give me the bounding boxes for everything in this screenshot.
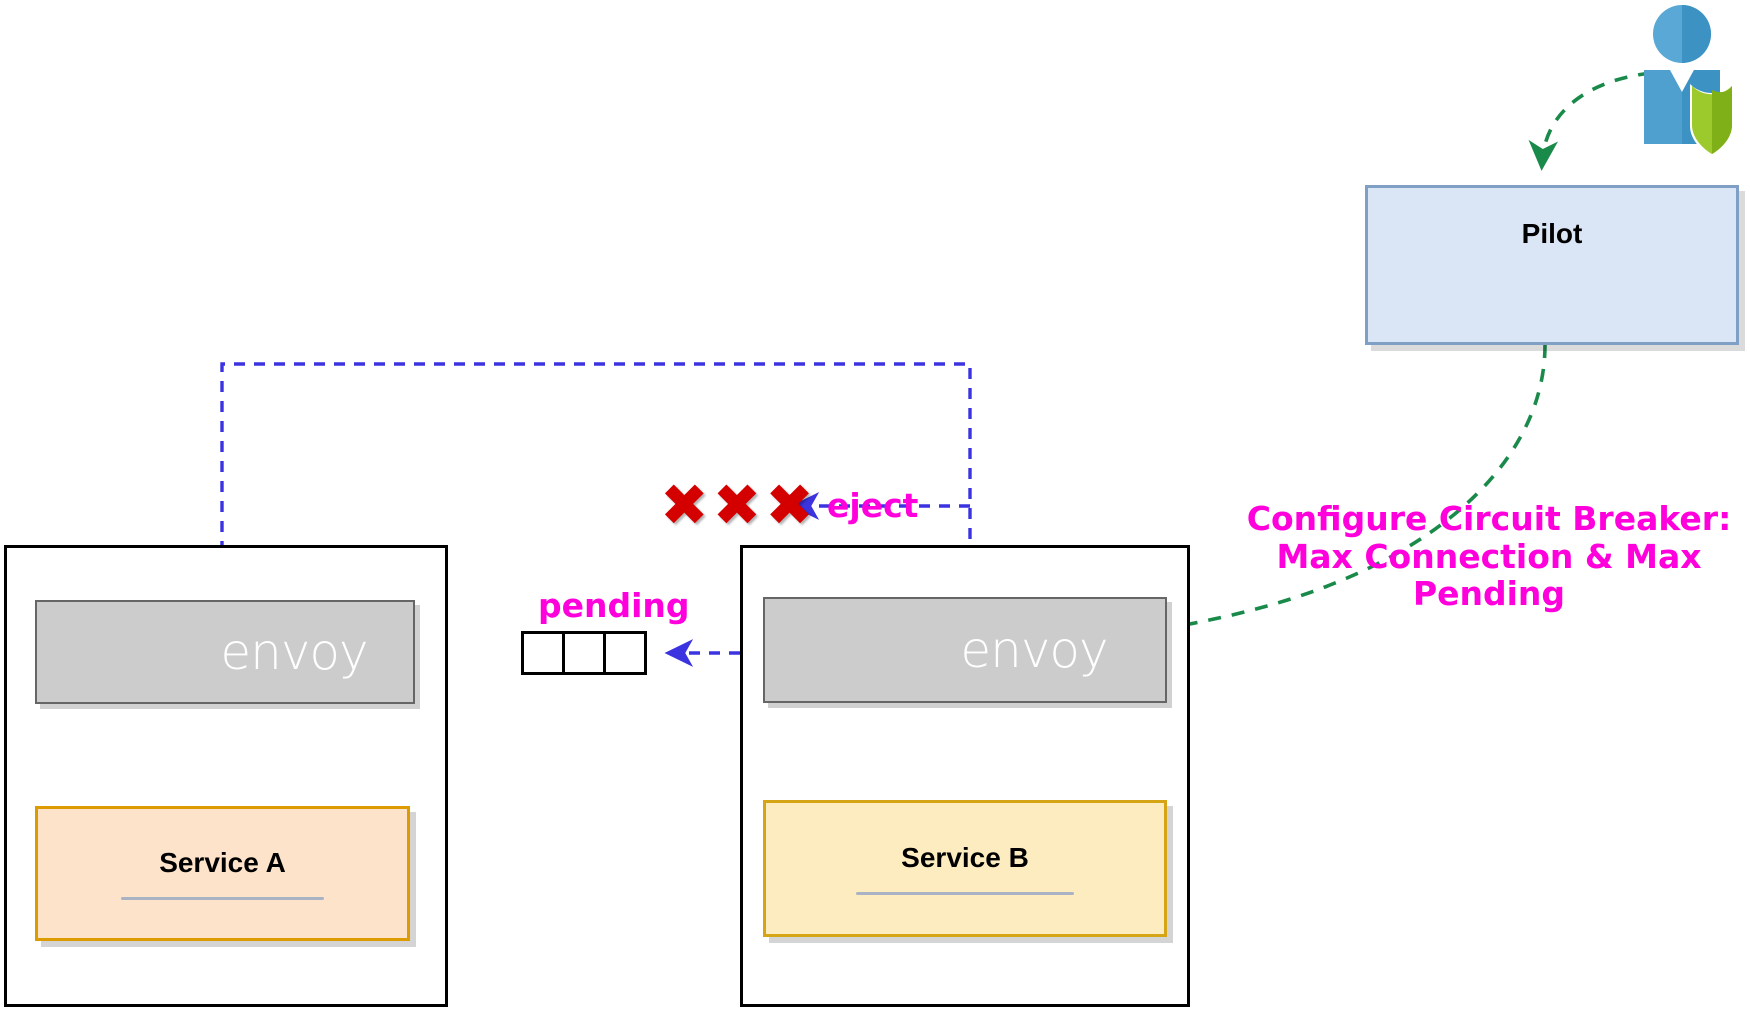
service-b-box[interactable]: Service B — [763, 800, 1167, 937]
queue-cell[interactable] — [562, 631, 606, 675]
configure-circuit-breaker-label: Configure Circuit Breaker: Max Connectio… — [1246, 499, 1732, 614]
service-b-underline — [855, 892, 1075, 895]
failed-requests: ✖ ✖ ✖ — [660, 476, 814, 534]
service-a-box[interactable]: Service A — [35, 806, 410, 941]
diagram-canvas: envoy Service A envoy Service B pending … — [0, 0, 1750, 1012]
pending-queue[interactable] — [521, 631, 647, 675]
admin-operator-icon — [1644, 5, 1734, 157]
service-a-underline — [121, 897, 324, 900]
envoy-sidecar-a[interactable]: envoy — [35, 600, 415, 704]
pilot-label: Pilot — [1521, 218, 1583, 249]
service-a-label: Service A — [159, 847, 286, 878]
edge-admin-to-pilot — [1528, 71, 1652, 171]
failure-x-icon: ✖ — [712, 471, 762, 539]
failure-x-icon: ✖ — [765, 471, 814, 539]
queue-cell[interactable] — [521, 631, 565, 675]
service-b-label: Service B — [901, 842, 1029, 873]
eject-label: eject — [827, 486, 919, 525]
envoy-sidecar-b[interactable]: envoy — [763, 597, 1167, 703]
pending-label: pending — [538, 586, 690, 625]
pilot-box[interactable]: Pilot — [1365, 185, 1739, 345]
queue-cell[interactable] — [603, 631, 647, 675]
failure-x-icon: ✖ — [660, 471, 709, 539]
envoy-label: envoy — [960, 621, 1108, 679]
envoy-label: envoy — [220, 623, 368, 681]
